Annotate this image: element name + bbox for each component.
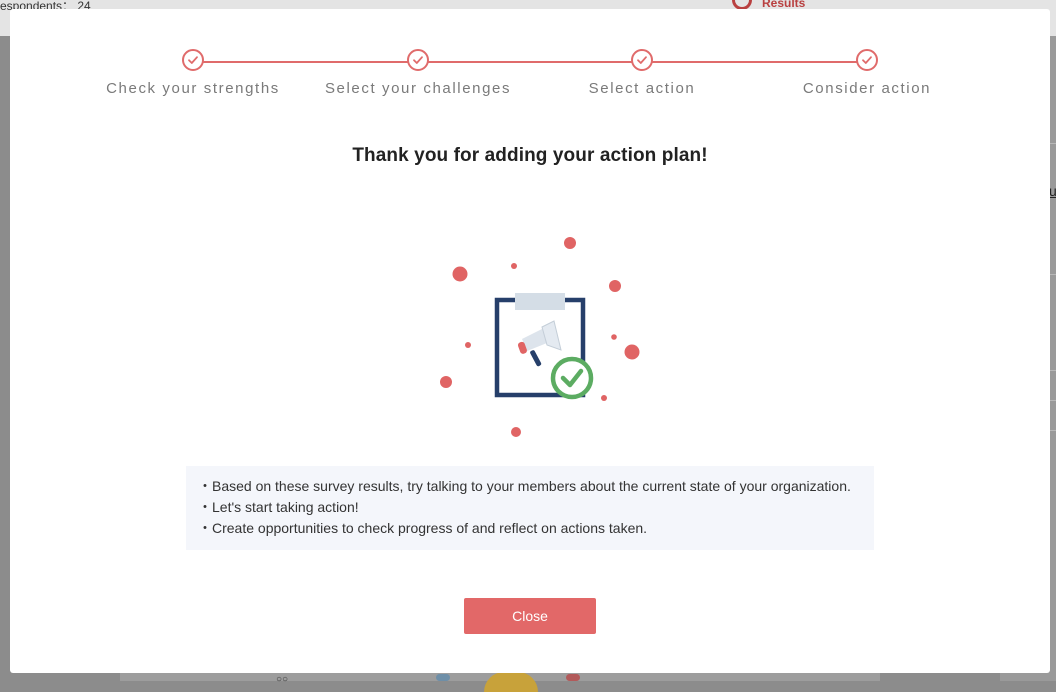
next-step-item: ・Create opportunities to check progress … — [198, 520, 648, 536]
action-plan-complete-modal: Check your strengths Select your challen… — [10, 9, 1050, 673]
background-divider — [1050, 400, 1056, 401]
step-select-challenges: Select your challenges — [298, 49, 538, 97]
background-chart-fragment — [566, 674, 580, 681]
clipboard-megaphone-check-icon — [420, 229, 660, 459]
check-icon — [856, 49, 878, 71]
step-label: Select your challenges — [324, 80, 512, 97]
step-select-action: Select action — [522, 49, 762, 97]
background-chart-fragment — [436, 674, 450, 681]
background-divider — [1050, 370, 1056, 371]
background-divider — [1050, 143, 1056, 144]
check-icon — [631, 49, 653, 71]
step-consider-action: Consider action — [747, 49, 987, 97]
step-label: Check your strengths — [106, 80, 280, 97]
step-label: Select action — [588, 80, 696, 97]
background-chart-fragment — [484, 672, 538, 692]
progress-stepper: Check your strengths Select your challen… — [10, 9, 1050, 109]
check-icon — [407, 49, 429, 71]
background-divider — [1050, 274, 1056, 275]
close-button[interactable]: Close — [464, 598, 596, 634]
background-link-fragment: u — [1049, 183, 1056, 199]
step-check-strengths: Check your strengths — [73, 49, 313, 97]
next-step-item: ・Based on these survey results, try talk… — [198, 478, 851, 494]
background-text-fragment: ○○ — [276, 674, 289, 685]
step-label: Consider action — [802, 80, 932, 97]
background-divider — [1050, 430, 1056, 431]
check-icon — [182, 49, 204, 71]
modal-title: Thank you for adding your action plan! — [352, 145, 708, 166]
next-step-item: ・Let's start taking action! — [198, 499, 359, 515]
next-steps-box: ・Based on these survey results, try talk… — [186, 466, 874, 550]
